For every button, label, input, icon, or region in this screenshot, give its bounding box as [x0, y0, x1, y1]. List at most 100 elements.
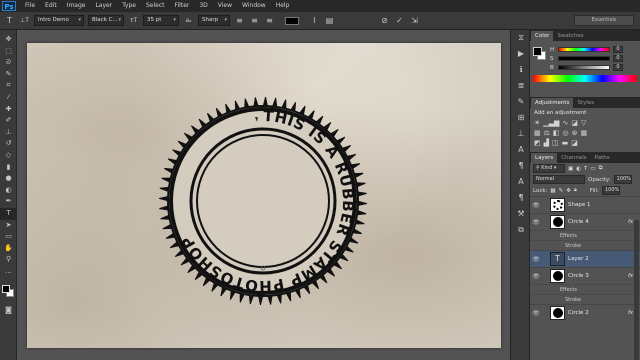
- align-right-icon[interactable]: ≡: [264, 15, 275, 26]
- history-brush-tool-icon[interactable]: ↺: [0, 138, 17, 150]
- layer-comps-icon[interactable]: ⧉: [511, 222, 531, 238]
- invert-icon[interactable]: ◩: [534, 139, 541, 147]
- layer-filter-select[interactable]: ⚲ Kind ▾: [533, 164, 565, 173]
- pen-tool-icon[interactable]: ✒: [0, 196, 17, 208]
- foreground-color-swatch[interactable]: [2, 285, 10, 294]
- black-white-icon[interactable]: ◧: [553, 129, 560, 137]
- tool-presets-icon[interactable]: ⚒: [511, 206, 531, 222]
- brush-panel-icon[interactable]: ✎: [511, 94, 531, 110]
- more-tools-icon[interactable]: …: [0, 266, 17, 278]
- lasso-tool-icon[interactable]: ᘐ: [0, 57, 17, 69]
- color-balance-icon[interactable]: ⚖: [544, 129, 550, 137]
- hand-tool-icon[interactable]: ✋: [0, 243, 17, 255]
- layer-row-layer-2[interactable]: 👁︎ T Layer 2: [530, 250, 640, 267]
- hue-value[interactable]: 0: [613, 46, 623, 53]
- cancel-edits-icon[interactable]: ⊘: [379, 15, 390, 26]
- selective-color-icon[interactable]: ◪: [571, 139, 578, 147]
- rubber-stamp-artwork[interactable]: THIS IS A RUBBER STAMP PHOTOSHOP: [155, 93, 371, 309]
- path-selection-tool-icon[interactable]: ➤: [0, 220, 17, 232]
- dodge-tool-icon[interactable]: ◐: [0, 185, 17, 197]
- layer-row-circle-2[interactable]: 👁︎ Circle 2 fx: [530, 304, 640, 321]
- layer-name[interactable]: Circle 3: [568, 273, 628, 279]
- blur-tool-icon[interactable]: ●: [0, 173, 17, 185]
- filter-type-icon[interactable]: T: [584, 166, 587, 172]
- brightness-value[interactable]: 0: [613, 64, 623, 71]
- opacity-input[interactable]: 100%: [613, 175, 632, 184]
- marquee-tool-icon[interactable]: ⬚: [0, 46, 17, 58]
- menu-select[interactable]: Select: [141, 0, 170, 12]
- 3d-text-icon[interactable]: ⇲: [409, 15, 420, 26]
- tab-channels[interactable]: Channels: [557, 153, 590, 163]
- font-size-select[interactable]: 35 pt ▾: [143, 15, 179, 26]
- tab-swatches[interactable]: Swatches: [553, 31, 587, 41]
- tab-layers[interactable]: Layers: [531, 153, 558, 163]
- filter-adjust-icon[interactable]: ◐: [576, 166, 581, 172]
- brush-presets-icon[interactable]: ⊞: [511, 110, 531, 126]
- filter-smart-icon[interactable]: ⧉: [599, 165, 603, 172]
- visibility-eye-icon[interactable]: 👁︎: [530, 219, 542, 226]
- layer-row-circle-3[interactable]: 👁︎ Circle 3 fx: [530, 267, 640, 284]
- color-panel-fg-swatch[interactable]: [533, 47, 542, 56]
- shape-tool-icon[interactable]: ▭: [0, 231, 17, 243]
- history-panel-icon[interactable]: ⧖: [511, 30, 531, 46]
- visibility-eye-icon[interactable]: 👁︎: [530, 273, 542, 280]
- clone-source-icon[interactable]: ⊥: [511, 126, 531, 142]
- paragraph-panel-icon[interactable]: ¶: [511, 158, 531, 174]
- lock-all-icon[interactable]: 🔒︎: [574, 187, 577, 194]
- antialias-select[interactable]: Sharp ▾: [198, 15, 230, 26]
- menu-layer[interactable]: Layer: [90, 0, 117, 12]
- menu-filter[interactable]: Filter: [170, 0, 195, 12]
- info-panel-icon[interactable]: ℹ: [511, 62, 531, 78]
- menu-window[interactable]: Window: [237, 0, 271, 12]
- character-panel-icon[interactable]: ▤: [324, 15, 335, 26]
- layer-name[interactable]: Shape 1: [568, 202, 640, 208]
- layer-row-shape-1[interactable]: 👁︎ Shape 1: [530, 196, 640, 213]
- hue-saturation-icon[interactable]: ▦: [534, 129, 541, 137]
- fill-input[interactable]: 100%: [601, 186, 620, 195]
- vibrance-icon[interactable]: ▽: [581, 119, 586, 127]
- commit-edits-icon[interactable]: ✓: [394, 15, 405, 26]
- crop-tool-icon[interactable]: ⌗: [0, 80, 17, 92]
- color-lookup-icon[interactable]: ▦: [581, 129, 588, 137]
- actions-panel-icon[interactable]: ▶: [511, 46, 531, 62]
- hue-slider[interactable]: [558, 47, 610, 52]
- quick-select-tool-icon[interactable]: ✎: [0, 69, 17, 81]
- menu-help[interactable]: Help: [271, 0, 295, 12]
- eraser-tool-icon[interactable]: ◇: [0, 150, 17, 162]
- brightness-contrast-icon[interactable]: ☀: [534, 119, 540, 127]
- lock-paint-icon[interactable]: ✎: [559, 188, 564, 194]
- curves-icon[interactable]: ∿: [562, 119, 568, 127]
- visibility-eye-icon[interactable]: 👁︎: [530, 202, 542, 209]
- exposure-icon[interactable]: ◪: [571, 119, 578, 127]
- layer-row-circle-4[interactable]: 👁︎ Circle 4 fx: [530, 213, 640, 230]
- character-styles-icon[interactable]: A: [511, 174, 531, 190]
- menu-3d[interactable]: 3D: [194, 0, 212, 12]
- character-panel-icon[interactable]: A: [511, 142, 531, 158]
- levels-icon[interactable]: ▁▃▆: [543, 119, 559, 127]
- stroke-effect-row[interactable]: Stroke: [530, 240, 640, 250]
- lock-transparent-icon[interactable]: ▦: [550, 188, 555, 194]
- text-color-swatch[interactable]: [285, 16, 299, 25]
- menu-image[interactable]: Image: [62, 0, 91, 12]
- layers-scrollbar[interactable]: [634, 220, 639, 360]
- font-family-select[interactable]: Intro Demo ▾: [34, 15, 84, 26]
- layer-name[interactable]: Circle 4: [568, 219, 628, 225]
- tab-adjustments[interactable]: Adjustments: [531, 98, 574, 108]
- type-tool-preset-icon[interactable]: T: [4, 15, 15, 26]
- gradient-map-icon[interactable]: ▬: [562, 139, 569, 147]
- align-left-icon[interactable]: ≡: [234, 15, 245, 26]
- brush-tool-icon[interactable]: ✐: [0, 115, 17, 127]
- quick-mask-icon[interactable]: ◙: [0, 305, 17, 317]
- filter-shape-icon[interactable]: ▭: [590, 166, 595, 172]
- healing-brush-tool-icon[interactable]: ✚: [0, 104, 17, 116]
- layer-name[interactable]: Layer 2: [568, 256, 640, 262]
- tab-paths[interactable]: Paths: [591, 153, 614, 163]
- visibility-eye-icon[interactable]: 👁︎: [530, 256, 542, 263]
- menu-edit[interactable]: Edit: [40, 0, 62, 12]
- tab-styles[interactable]: Styles: [573, 98, 598, 108]
- move-tool-icon[interactable]: ✥: [0, 34, 17, 46]
- brightness-slider[interactable]: [558, 65, 610, 70]
- color-swatches[interactable]: [0, 283, 16, 305]
- menu-file[interactable]: File: [20, 0, 40, 12]
- paragraph-styles-icon[interactable]: ¶: [511, 190, 531, 206]
